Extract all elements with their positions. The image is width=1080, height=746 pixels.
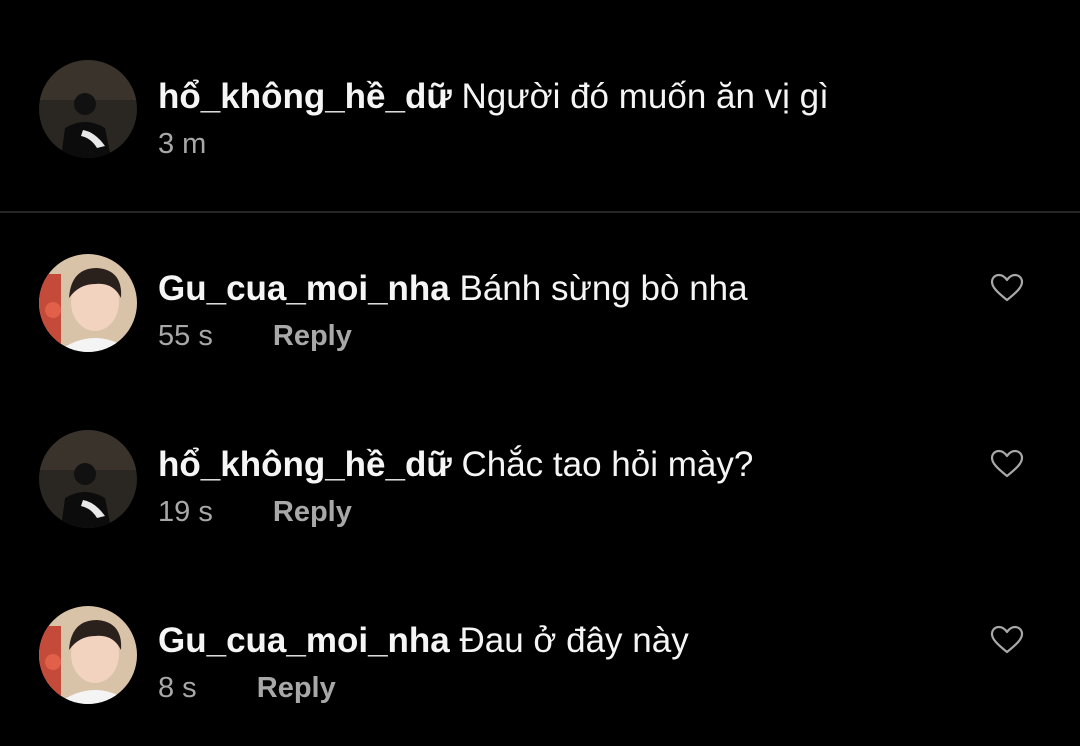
username[interactable]: hổ_không_hề_dữ — [158, 77, 452, 116]
heart-outline-icon[interactable] — [990, 449, 1024, 479]
heart-outline-icon[interactable] — [990, 625, 1024, 655]
comment-line: Gu_cua_moi_nha Bánh sừng bò nha — [158, 269, 748, 309]
timestamp: 55 s — [158, 320, 213, 352]
comment-text: Bánh sừng bò nha — [459, 269, 748, 308]
heart-outline-icon[interactable] — [990, 273, 1024, 303]
comment-text: Chắc tao hỏi mày? — [461, 445, 754, 484]
comment-meta: 3 m — [158, 127, 206, 161]
avatar[interactable] — [39, 254, 137, 352]
caption-comment: hổ_không_hề_dữ Người đó muốn ăn vị gì 3 … — [0, 0, 1080, 211]
username[interactable]: hổ_không_hề_dữ — [158, 445, 452, 484]
username[interactable]: Gu_cua_moi_nha — [158, 621, 450, 660]
reply-button[interactable]: Reply — [273, 496, 352, 528]
comment-meta: 8 s Reply — [158, 671, 336, 705]
comment-meta: 55 s Reply — [158, 319, 352, 353]
comment-line: Gu_cua_moi_nha Đau ở đây này — [158, 621, 689, 661]
timestamp: 19 s — [158, 496, 213, 528]
comment-text: Người đó muốn ăn vị gì — [461, 77, 829, 116]
caption-line: hổ_không_hề_dữ Người đó muốn ăn vị gì — [158, 77, 829, 117]
avatar[interactable] — [39, 606, 137, 704]
reply-button[interactable]: Reply — [257, 672, 336, 704]
username[interactable]: Gu_cua_moi_nha — [158, 269, 450, 308]
comment-meta: 19 s Reply — [158, 495, 352, 529]
timestamp: 8 s — [158, 672, 197, 704]
comment-line: hổ_không_hề_dữ Chắc tao hỏi mày? — [158, 445, 753, 485]
comment-item: Gu_cua_moi_nha Bánh sừng bò nha 55 s Rep… — [0, 230, 1080, 380]
comment-item: hổ_không_hề_dữ Chắc tao hỏi mày? 19 s Re… — [0, 406, 1080, 556]
comment-item: Gu_cua_moi_nha Đau ở đây này 8 s Reply — [0, 582, 1080, 732]
divider — [0, 211, 1080, 213]
reply-button[interactable]: Reply — [273, 320, 352, 352]
avatar[interactable] — [39, 430, 137, 528]
comment-text: Đau ở đây này — [459, 621, 689, 660]
avatar[interactable] — [39, 60, 137, 158]
timestamp: 3 m — [158, 128, 207, 160]
